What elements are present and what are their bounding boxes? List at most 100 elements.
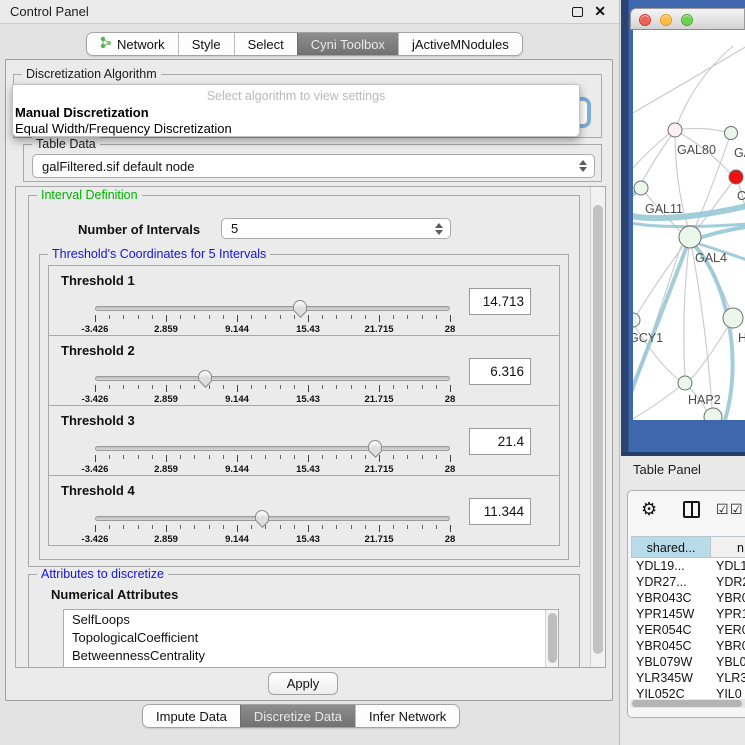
table-row[interactable]: YPR145WYPR1 <box>630 606 745 622</box>
slider-track[interactable] <box>95 306 450 311</box>
tick-mark <box>251 385 252 389</box>
cyni-toolbox-panel: Discretization Algorithm Table Data galF… <box>5 59 613 701</box>
network-canvas[interactable]: GAL80GACGAL11GAL4GCY1HHAP2 <box>633 30 745 420</box>
tick-mark <box>450 455 451 462</box>
tab-cyni-toolbox[interactable]: Cyni Toolbox <box>297 33 398 55</box>
cell-shared-name: YDL19... <box>636 559 685 573</box>
table-row[interactable]: YLR345WYLR3 <box>630 670 745 686</box>
zoom-traffic-light-icon[interactable] <box>681 14 693 26</box>
table-row[interactable]: YER054CYER0 <box>630 622 745 638</box>
column-header-shared-name[interactable]: shared... <box>631 536 711 558</box>
network-node-GCY1[interactable] <box>633 313 640 327</box>
slider-track[interactable] <box>95 516 450 521</box>
tab-jactivemnodules[interactable]: jActiveMNodules <box>398 33 522 55</box>
interval-definition-group: Interval Definition Number of Intervals … <box>28 195 580 567</box>
tick-mark <box>351 525 352 529</box>
tick-mark <box>280 455 281 459</box>
numerical-attributes-list[interactable]: SelfLoopsTopologicalCoefficientBetweenne… <box>63 609 559 668</box>
threshold-value-field[interactable]: 21.4 <box>469 428 531 455</box>
tab-label: Infer Network <box>369 709 446 724</box>
network-node-H-partial[interactable] <box>723 308 743 328</box>
slider-track[interactable] <box>95 446 450 451</box>
threshold-slider-3[interactable]: -3.4262.8599.14415.4321.71528 <box>95 446 450 472</box>
network-graph[interactable]: GAL80GACGAL11GAL4GCY1HHAP2 <box>633 30 745 420</box>
scrollbar-thumb[interactable] <box>548 613 557 663</box>
table-row[interactable]: YBR045CYBR0 <box>630 638 745 654</box>
tick-mark <box>336 455 337 459</box>
network-node-HAP2[interactable] <box>678 376 692 390</box>
list-item[interactable]: SelfLoops <box>64 610 558 628</box>
close-traffic-light-icon[interactable] <box>639 14 651 26</box>
slider-thumb[interactable] <box>198 370 212 382</box>
threshold-value-field[interactable]: 14.713 <box>469 288 531 315</box>
cell-name: YPR1 <box>716 607 745 621</box>
column-header-name[interactable]: n <box>711 536 745 558</box>
network-edge <box>633 387 679 420</box>
threshold-value-field[interactable]: 11.344 <box>469 498 531 525</box>
table-data-combo[interactable]: galFiltered.sif default node <box>32 154 595 178</box>
tick-mark <box>123 525 124 529</box>
tick-mark <box>180 455 181 459</box>
tick-mark <box>194 525 195 529</box>
network-node-GAL80[interactable] <box>668 123 682 137</box>
attributes-group: Attributes to discretize Numerical Attri… <box>28 574 580 668</box>
dropdown-option-equal-width[interactable]: Equal Width/Frequency Discretization <box>15 121 232 136</box>
tab-discretize-data[interactable]: Discretize Data <box>240 705 355 727</box>
tick-mark <box>280 525 281 529</box>
tick-mark <box>308 385 309 392</box>
scrollbar-thumb[interactable] <box>632 700 742 707</box>
tab-network[interactable]: Network <box>87 33 178 55</box>
network-edge <box>675 46 733 130</box>
tab-infer-network[interactable]: Infer Network <box>355 705 459 727</box>
threshold-slider-1[interactable]: -3.4262.8599.14415.4321.71528 <box>95 306 450 332</box>
tab-style[interactable]: Style <box>178 33 234 55</box>
float-window-icon[interactable] <box>572 7 583 17</box>
dropdown-option-manual[interactable]: Manual Discretization <box>15 105 149 120</box>
close-icon[interactable]: ✕ <box>594 3 606 20</box>
checked-box-icon[interactable]: ☑ <box>730 501 743 518</box>
tick-mark <box>407 315 408 319</box>
slider-track[interactable] <box>95 376 450 381</box>
table-panel-title: Table Panel <box>633 462 701 477</box>
threshold-slider-4[interactable]: -3.4262.8599.14415.4321.71528 <box>95 516 450 542</box>
list-item[interactable]: BetweennessCentrality <box>64 646 558 664</box>
horizontal-scrollbar[interactable] <box>630 699 745 708</box>
table-row[interactable]: YDL19...YDL1 <box>630 558 745 574</box>
table-row[interactable]: YDR27...YDR2 <box>630 574 745 590</box>
network-node-GAL4[interactable] <box>679 226 701 248</box>
tick-mark <box>393 315 394 319</box>
tick-mark <box>351 315 352 319</box>
vertical-scrollbar[interactable] <box>590 187 605 667</box>
table-row[interactable]: YBL079WYBL0 <box>630 654 745 670</box>
tab-impute-data[interactable]: Impute Data <box>143 705 240 727</box>
columns-icon[interactable] <box>683 501 700 518</box>
threshold-label: Threshold 4 <box>61 483 135 498</box>
control-panel-window: Control Panel ✕ NetworkStyleSelectCyni T… <box>0 0 620 745</box>
network-node-red-node[interactable] <box>729 170 743 184</box>
network-node-GAL-partial[interactable] <box>725 127 738 140</box>
minimize-traffic-light-icon[interactable] <box>660 14 672 26</box>
tick-mark <box>450 385 451 392</box>
slider-thumb[interactable] <box>368 440 382 452</box>
tick-mark <box>138 315 139 319</box>
gear-icon[interactable]: ⚙ <box>641 499 657 520</box>
tick-mark <box>138 525 139 529</box>
table-row[interactable]: YIL052CYIL0 <box>630 686 745 699</box>
network-node-bottom-node[interactable] <box>704 408 722 420</box>
threshold-slider-2[interactable]: -3.4262.8599.14415.4321.71528 <box>95 376 450 402</box>
tab-select[interactable]: Select <box>234 33 297 55</box>
list-scrollbar[interactable] <box>545 610 558 668</box>
network-node-GAL11[interactable] <box>634 181 648 195</box>
slider-thumb[interactable] <box>293 300 307 312</box>
combo-arrows-icon <box>435 223 443 235</box>
threshold-value-field[interactable]: 6.316 <box>469 358 531 385</box>
table-row[interactable]: YBR043CYBR0 <box>630 590 745 606</box>
cell-shared-name: YBL079W <box>636 655 692 669</box>
slider-thumb[interactable] <box>255 510 269 522</box>
apply-button[interactable]: Apply <box>268 672 338 695</box>
list-item[interactable]: TopologicalCoefficient <box>64 628 558 646</box>
checked-box-icon[interactable]: ☑ <box>716 501 729 518</box>
tick-mark <box>351 455 352 459</box>
num-intervals-combo[interactable]: 5 <box>221 218 451 239</box>
scrollbar-thumb[interactable] <box>593 205 603 654</box>
